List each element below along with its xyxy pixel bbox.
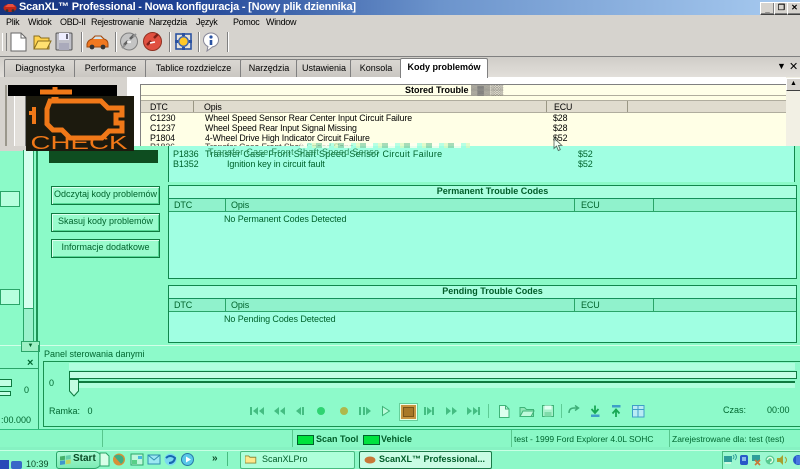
- svg-text:CHECK: CHECK: [31, 132, 129, 151]
